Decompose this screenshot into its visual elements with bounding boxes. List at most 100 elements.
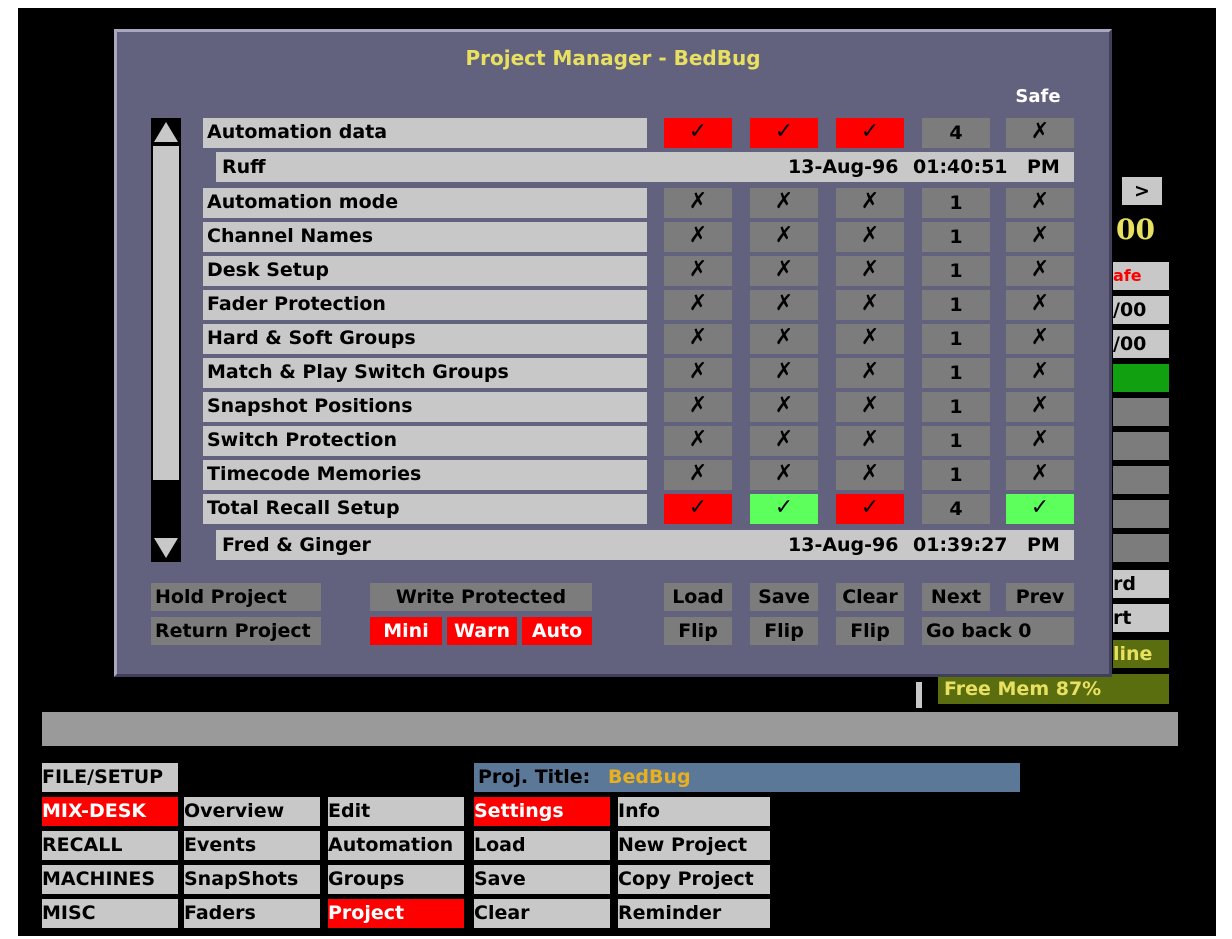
menu-info[interactable]: Info bbox=[618, 797, 770, 826]
write-protected-button[interactable]: Write Protected bbox=[370, 583, 592, 611]
row-7-safe[interactable]: ✗ bbox=[1006, 392, 1074, 422]
row-9-safe[interactable]: ✗ bbox=[1006, 460, 1074, 490]
row-3-safe[interactable]: ✗ bbox=[1006, 256, 1074, 286]
row-label-fader-protection[interactable]: Fader Protection bbox=[203, 290, 647, 320]
menu-file-setup[interactable]: FILE/SETUP bbox=[42, 763, 178, 792]
load-button[interactable]: Load bbox=[664, 583, 732, 611]
row-label-snapshot-positions[interactable]: Snapshot Positions bbox=[203, 392, 647, 422]
row-2-col2[interactable]: ✗ bbox=[750, 222, 818, 252]
row-8-safe[interactable]: ✗ bbox=[1006, 426, 1074, 456]
row-7-col3[interactable]: ✗ bbox=[836, 392, 904, 422]
menu-new-project[interactable]: New Project bbox=[618, 831, 770, 860]
row-label-automation-mode[interactable]: Automation mode bbox=[203, 188, 647, 218]
menu-settings[interactable]: Settings bbox=[474, 797, 610, 826]
menu-overview[interactable]: Overview bbox=[184, 797, 320, 826]
menu-groups[interactable]: Groups bbox=[328, 865, 464, 894]
menu-load[interactable]: Load bbox=[474, 831, 610, 860]
row-label-match-play-switch-groups[interactable]: Match & Play Switch Groups bbox=[203, 358, 647, 388]
menu-clear[interactable]: Clear bbox=[474, 899, 610, 928]
warn-toggle[interactable]: Warn bbox=[447, 617, 517, 645]
side-rd[interactable]: rd bbox=[1113, 570, 1169, 598]
menu-misc[interactable]: MISC bbox=[42, 899, 178, 928]
auto-toggle[interactable]: Auto bbox=[522, 617, 592, 645]
row-0-col3-check[interactable]: ✓ bbox=[836, 118, 904, 148]
menu-events[interactable]: Events bbox=[184, 831, 320, 860]
row-label-automation-data[interactable]: Automation data bbox=[203, 118, 647, 148]
row-label-hard-soft-groups[interactable]: Hard & Soft Groups bbox=[203, 324, 647, 354]
mini-toggle[interactable]: Mini bbox=[370, 617, 442, 645]
row-5-col1[interactable]: ✗ bbox=[664, 324, 732, 354]
row-9-col2[interactable]: ✗ bbox=[750, 460, 818, 490]
row-label-timecode-memories[interactable]: Timecode Memories bbox=[203, 460, 647, 490]
side-arrow-button[interactable]: > bbox=[1122, 177, 1162, 205]
go-back-button[interactable]: Go back 0 bbox=[922, 617, 1074, 645]
menu-machines[interactable]: MACHINES bbox=[42, 865, 178, 894]
row-4-safe[interactable]: ✗ bbox=[1006, 290, 1074, 320]
row-3-col3[interactable]: ✗ bbox=[836, 256, 904, 286]
row-label-desk-setup[interactable]: Desk Setup bbox=[203, 256, 647, 286]
menu-project[interactable]: Project bbox=[328, 899, 464, 928]
row-9-count: 1 bbox=[922, 460, 990, 490]
row-8-col1[interactable]: ✗ bbox=[664, 426, 732, 456]
row-5-col3[interactable]: ✗ bbox=[836, 324, 904, 354]
clear-button[interactable]: Clear bbox=[836, 583, 904, 611]
row-4-count: 1 bbox=[922, 290, 990, 320]
row-0-col2-check[interactable]: ✓ bbox=[750, 118, 818, 148]
row-1-safe[interactable]: ✗ bbox=[1006, 188, 1074, 218]
row-10-col2-check[interactable]: ✓ bbox=[750, 494, 818, 524]
row-2-col1[interactable]: ✗ bbox=[664, 222, 732, 252]
row-4-col3[interactable]: ✗ bbox=[836, 290, 904, 320]
row-4-col1[interactable]: ✗ bbox=[664, 290, 732, 320]
hold-project-button[interactable]: Hold Project bbox=[151, 583, 321, 611]
row-label-switch-protection[interactable]: Switch Protection bbox=[203, 426, 647, 456]
row-2-col3[interactable]: ✗ bbox=[836, 222, 904, 252]
row-10-safe-check[interactable]: ✓ bbox=[1006, 494, 1074, 524]
row-2-safe[interactable]: ✗ bbox=[1006, 222, 1074, 252]
row-9-col3[interactable]: ✗ bbox=[836, 460, 904, 490]
return-project-button[interactable]: Return Project bbox=[151, 617, 321, 645]
row-9-col1[interactable]: ✗ bbox=[664, 460, 732, 490]
menu-save[interactable]: Save bbox=[474, 865, 610, 894]
row-label-channel-names[interactable]: Channel Names bbox=[203, 222, 647, 252]
row-1-col3[interactable]: ✗ bbox=[836, 188, 904, 218]
row-3-col2[interactable]: ✗ bbox=[750, 256, 818, 286]
row-8-col3[interactable]: ✗ bbox=[836, 426, 904, 456]
row-3-col1[interactable]: ✗ bbox=[664, 256, 732, 286]
scroll-down-arrow-icon[interactable] bbox=[151, 534, 181, 562]
menu-snapshots[interactable]: SnapShots bbox=[184, 865, 320, 894]
scroll-thumb[interactable] bbox=[153, 146, 179, 480]
row-1-col2[interactable]: ✗ bbox=[750, 188, 818, 218]
flip-save-button[interactable]: Flip bbox=[750, 617, 818, 645]
menu-edit[interactable]: Edit bbox=[328, 797, 464, 826]
row-6-col1[interactable]: ✗ bbox=[664, 358, 732, 388]
row-7-col2[interactable]: ✗ bbox=[750, 392, 818, 422]
next-button[interactable]: Next bbox=[922, 583, 990, 611]
flip-load-button[interactable]: Flip bbox=[664, 617, 732, 645]
menu-mix-desk[interactable]: MIX-DESK bbox=[42, 797, 178, 826]
proj-title-label: Proj. Title: bbox=[478, 766, 591, 788]
row-label-total-recall-setup[interactable]: Total Recall Setup bbox=[203, 494, 647, 524]
flip-clear-button[interactable]: Flip bbox=[836, 617, 904, 645]
row-7-col1[interactable]: ✗ bbox=[664, 392, 732, 422]
menu-copy-project[interactable]: Copy Project bbox=[618, 865, 770, 894]
row-6-safe[interactable]: ✗ bbox=[1006, 358, 1074, 388]
save-button[interactable]: Save bbox=[750, 583, 818, 611]
scroll-up-arrow-icon[interactable] bbox=[151, 118, 181, 146]
row-0-safe[interactable]: ✗ bbox=[1006, 118, 1074, 148]
row-6-col3[interactable]: ✗ bbox=[836, 358, 904, 388]
prev-button[interactable]: Prev bbox=[1006, 583, 1074, 611]
row-5-safe[interactable]: ✗ bbox=[1006, 324, 1074, 354]
side-rt[interactable]: rt bbox=[1113, 604, 1169, 632]
row-4-col2[interactable]: ✗ bbox=[750, 290, 818, 320]
row-5-col2[interactable]: ✗ bbox=[750, 324, 818, 354]
row-8-col2[interactable]: ✗ bbox=[750, 426, 818, 456]
menu-faders[interactable]: Faders bbox=[184, 899, 320, 928]
row-10-col1-check[interactable]: ✓ bbox=[664, 494, 732, 524]
menu-recall[interactable]: RECALL bbox=[42, 831, 178, 860]
menu-reminder[interactable]: Reminder bbox=[618, 899, 770, 928]
menu-automation[interactable]: Automation bbox=[328, 831, 464, 860]
row-1-col1[interactable]: ✗ bbox=[664, 188, 732, 218]
row-6-col2[interactable]: ✗ bbox=[750, 358, 818, 388]
row-0-col1-check[interactable]: ✓ bbox=[664, 118, 732, 148]
row-10-col3-check[interactable]: ✓ bbox=[836, 494, 904, 524]
